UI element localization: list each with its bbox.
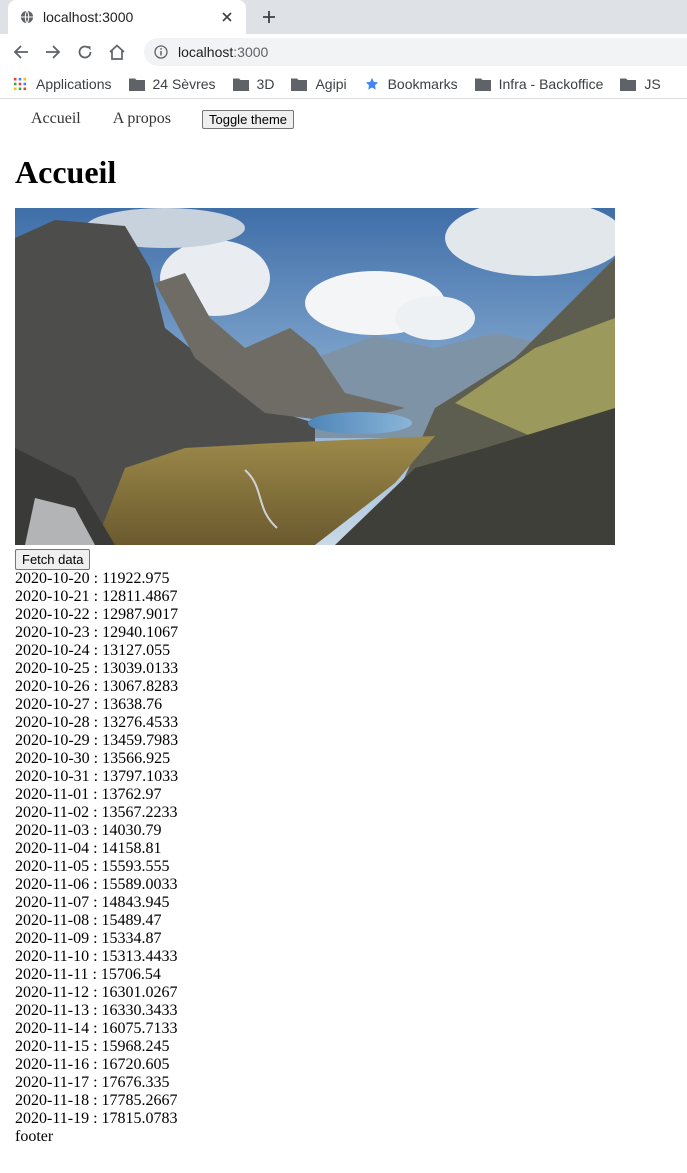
folder-icon — [128, 78, 145, 91]
bookmark-label: JS — [644, 75, 661, 92]
browser-toolbar: localhost:3000 — [0, 34, 687, 69]
data-row: 2020-11-08 : 15489.47 — [15, 912, 162, 929]
data-list: 2020-10-20 : 11922.975 2020-10-21 : 12811… — [15, 570, 672, 1128]
data-row: 2020-11-04 : 14158.81 — [15, 840, 162, 857]
site-nav: Accueil A propos Toggle theme — [15, 99, 672, 133]
browser-tab[interactable]: localhost:3000 — [8, 0, 246, 34]
bookmarks-bar: Applications 24 Sèvres 3D Agipi Bookmark… — [0, 69, 687, 99]
url-port: :3000 — [233, 43, 269, 60]
folder-icon — [232, 78, 249, 91]
close-icon[interactable] — [218, 8, 236, 26]
bookmark-folder-infra-backoffice[interactable]: Infra - Backoffice — [474, 75, 604, 92]
browser-chrome: localhost:3000 localhost:3000 Applicati… — [0, 0, 687, 99]
nav-link-accueil[interactable]: Accueil — [31, 110, 81, 128]
data-row: 2020-10-29 : 13459.7983 — [15, 732, 179, 749]
forward-icon[interactable] — [42, 41, 64, 63]
bookmark-label: Infra - Backoffice — [498, 75, 604, 92]
reload-icon[interactable] — [74, 41, 96, 63]
folder-icon — [474, 78, 491, 91]
data-row: 2020-11-17 : 17676.335 — [15, 1074, 170, 1091]
data-row: 2020-10-21 : 12811.4867 — [15, 588, 178, 605]
tab-strip: localhost:3000 — [0, 0, 687, 34]
data-row: 2020-10-30 : 13566.925 — [15, 750, 171, 767]
data-row: 2020-11-19 : 17815.0783 — [15, 1110, 178, 1127]
data-row: 2020-10-23 : 12940.1067 — [15, 624, 179, 641]
apps-grid-icon — [13, 77, 27, 90]
data-row: 2020-10-31 : 13797.1033 — [15, 768, 179, 785]
bookmark-folder-3d[interactable]: 3D — [232, 75, 275, 92]
data-row: 2020-11-16 : 16720.605 — [15, 1056, 170, 1073]
data-row: 2020-11-14 : 16075.7133 — [15, 1020, 178, 1037]
data-row: 2020-11-07 : 14843.945 — [15, 894, 170, 911]
data-row: 2020-11-10 : 15313.4433 — [15, 948, 178, 965]
data-row: 2020-11-06 : 15589.0033 — [15, 876, 178, 893]
data-row: 2020-10-22 : 12987.9017 — [15, 606, 179, 623]
data-row: 2020-11-11 : 15706.54 — [15, 966, 161, 983]
data-row: 2020-11-02 : 13567.2233 — [15, 804, 178, 821]
mountain-lake-image — [15, 208, 615, 545]
bookmark-bookmarks[interactable]: Bookmarks — [364, 76, 458, 92]
star-icon — [365, 77, 378, 90]
bookmark-label: Agipi — [315, 75, 347, 92]
data-row: 2020-11-18 : 17785.2667 — [15, 1092, 178, 1109]
folder-icon — [291, 78, 308, 91]
nav-link-a-propos[interactable]: A propos — [113, 110, 171, 128]
globe-icon — [20, 10, 34, 24]
address-bar[interactable]: localhost:3000 — [144, 37, 687, 66]
new-tab-icon[interactable] — [258, 6, 280, 28]
page-title: Accueil — [15, 154, 117, 190]
footer: footer — [15, 1128, 54, 1145]
page-content: Accueil A propos Toggle theme Accueil Fe… — [0, 99, 687, 1146]
back-icon[interactable] — [10, 41, 32, 63]
data-row: 2020-11-03 : 14030.79 — [15, 822, 162, 839]
data-row: 2020-10-28 : 13276.4533 — [15, 714, 179, 731]
toggle-theme-button[interactable]: Toggle theme — [201, 109, 295, 129]
folder-icon — [620, 78, 637, 91]
data-row: 2020-10-20 : 11922.975 — [15, 570, 170, 587]
bookmark-label: 24 Sèvres — [152, 75, 216, 92]
home-icon[interactable] — [106, 41, 128, 63]
data-row: 2020-10-26 : 13067.8283 — [15, 678, 179, 695]
bookmark-label: Bookmarks — [387, 75, 458, 92]
data-row: 2020-10-24 : 13127.055 — [15, 642, 171, 659]
data-row: 2020-11-13 : 16330.3433 — [15, 1002, 178, 1019]
bookmark-applications[interactable]: Applications — [12, 76, 112, 92]
bookmark-label: 3D — [256, 75, 275, 92]
bookmark-label: Applications — [36, 75, 112, 92]
data-row: 2020-11-15 : 15968.245 — [15, 1038, 170, 1055]
data-row: 2020-11-12 : 16301.0267 — [15, 984, 178, 1001]
tab-title: localhost:3000 — [43, 9, 134, 25]
bookmark-folder-agipi[interactable]: Agipi — [291, 75, 347, 92]
url-host: localhost — [178, 43, 234, 60]
info-icon[interactable] — [154, 44, 168, 59]
data-row: 2020-10-27 : 13638.76 — [15, 696, 163, 713]
data-row: 2020-11-01 : 13762.97 — [15, 786, 162, 803]
data-row: 2020-10-25 : 13039.0133 — [15, 660, 179, 677]
bookmark-folder-24-sevres[interactable]: 24 Sèvres — [128, 75, 216, 92]
data-row: 2020-11-05 : 15593.555 — [15, 858, 170, 875]
bookmark-folder-js[interactable]: JS — [620, 75, 661, 92]
fetch-data-button[interactable]: Fetch data — [15, 549, 91, 570]
data-row: 2020-11-09 : 15334.87 — [15, 930, 162, 947]
